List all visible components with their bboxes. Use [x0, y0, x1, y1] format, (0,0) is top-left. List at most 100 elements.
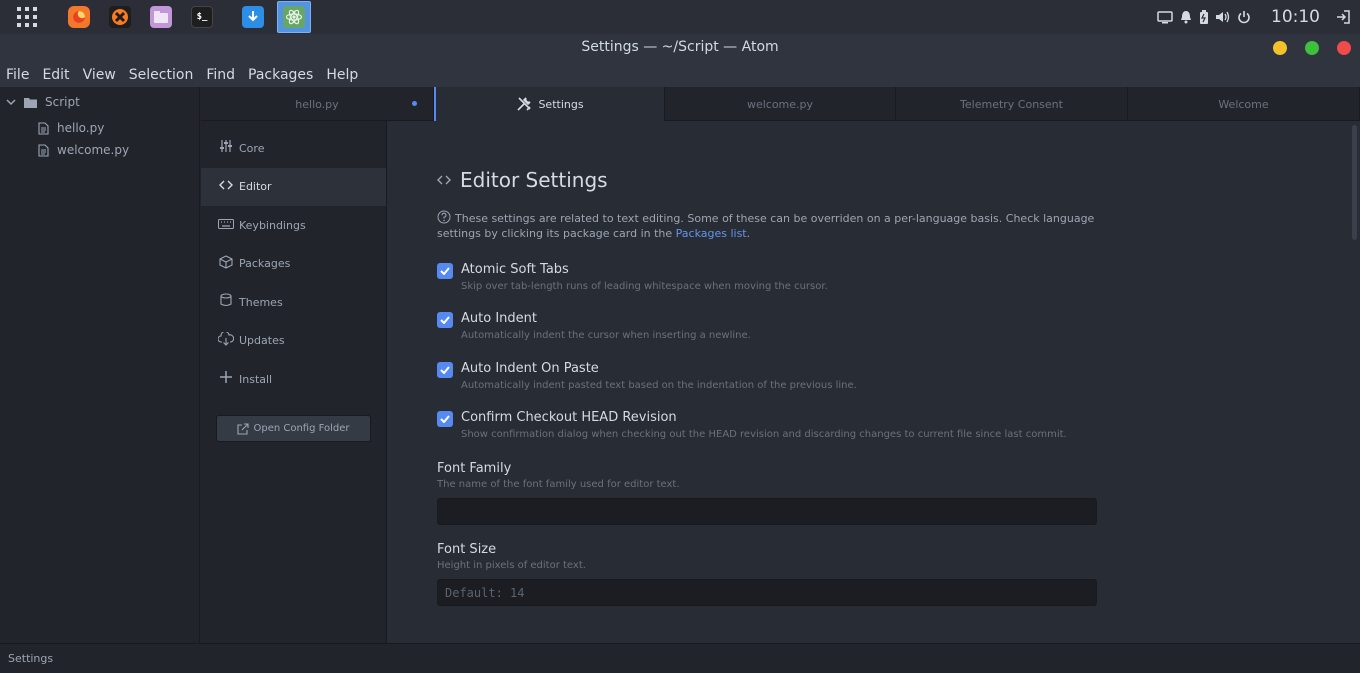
- check-icon: [440, 415, 450, 423]
- panel-item-core[interactable]: Core: [201, 129, 386, 168]
- tree-file-label: hello.py: [57, 121, 105, 135]
- tab-bar: hello.py Settings welcome.py Telemetry C…: [201, 87, 1360, 121]
- setting-description: Automatically indent the cursor when ins…: [461, 330, 751, 341]
- maximize-button[interactable]: [1305, 41, 1319, 55]
- check-icon: [440, 366, 450, 374]
- system-tray: 10:10: [1157, 0, 1350, 34]
- menu-edit[interactable]: Edit: [42, 67, 69, 83]
- settings-panel-menu: Core Editor Keybindings Packages Themes …: [201, 121, 387, 643]
- code-icon: [217, 179, 235, 194]
- folder-icon: [150, 6, 172, 28]
- panel-item-label: Editor: [239, 180, 272, 194]
- xampp-launcher[interactable]: [103, 1, 137, 33]
- open-config-folder-button[interactable]: Open Config Folder: [216, 415, 371, 442]
- section-title: Editor Settings: [460, 168, 608, 192]
- volume-icon[interactable]: [1215, 10, 1231, 24]
- panel-item-packages[interactable]: Packages: [201, 245, 386, 284]
- font-family-input[interactable]: [437, 498, 1097, 525]
- setting-title: Confirm Checkout HEAD Revision: [461, 410, 677, 425]
- status-bar: Settings: [0, 643, 1360, 673]
- tree-file-hello[interactable]: hello.py: [0, 117, 199, 139]
- code-icon: [437, 175, 451, 185]
- panel-item-themes[interactable]: Themes: [201, 283, 386, 322]
- font-family-title: Font Family: [437, 461, 512, 476]
- package-icon: [217, 255, 235, 273]
- setting-title: Auto Indent: [461, 311, 537, 326]
- font-size-description: Height in pixels of editor text.: [437, 560, 586, 571]
- tools-icon: [517, 97, 532, 111]
- open-config-label: Open Config Folder: [253, 423, 350, 434]
- panel-item-label: Install: [239, 372, 273, 386]
- notification-bell-icon[interactable]: [1179, 10, 1193, 24]
- tree-file-welcome[interactable]: welcome.py: [0, 139, 199, 161]
- tab-settings[interactable]: Settings: [434, 87, 665, 121]
- repo-folder-icon: [24, 97, 37, 108]
- top-panel: $_ 10:10: [0, 0, 1360, 34]
- chevron-down-icon[interactable]: [6, 97, 16, 107]
- font-family-description: The name of the font family used for edi…: [437, 479, 680, 490]
- scrollbar-thumb[interactable]: [1352, 125, 1357, 240]
- minimize-button[interactable]: [1273, 41, 1287, 55]
- file-text-icon: [38, 121, 49, 135]
- logout-icon[interactable]: [1336, 10, 1350, 24]
- menu-packages[interactable]: Packages: [248, 67, 313, 83]
- menu-view[interactable]: View: [83, 67, 116, 83]
- plus-icon: [217, 371, 235, 387]
- menu-bar: File Edit View Selection Find Packages H…: [0, 62, 1360, 87]
- panel-item-editor[interactable]: Editor: [201, 167, 386, 206]
- panel-item-updates[interactable]: Updates: [201, 322, 386, 361]
- auto-indent-on-paste-checkbox[interactable]: [437, 362, 453, 378]
- terminal-icon: $_: [191, 6, 213, 28]
- tree-root-folder[interactable]: Script: [0, 87, 199, 117]
- editor-settings-panel: Editor Settings These settings are relat…: [387, 121, 1349, 643]
- atomic-soft-tabs-checkbox[interactable]: [437, 263, 453, 279]
- panel-item-install[interactable]: Install: [201, 360, 386, 399]
- terminal-launcher[interactable]: $_: [185, 1, 219, 33]
- app-grid-icon: [17, 7, 37, 27]
- atom-launcher[interactable]: [277, 1, 311, 33]
- panel-item-keybindings[interactable]: Keybindings: [201, 206, 386, 245]
- packages-list-link[interactable]: Packages list: [676, 227, 747, 240]
- confirm-checkout-head-checkbox[interactable]: [437, 411, 453, 427]
- setting-description: Show confirmation dialog when checking o…: [461, 429, 1067, 440]
- description-end: .: [746, 227, 751, 240]
- status-text[interactable]: Settings: [8, 652, 53, 665]
- firefox-launcher[interactable]: [62, 1, 96, 33]
- files-launcher[interactable]: [144, 1, 178, 33]
- font-size-input[interactable]: [437, 579, 1097, 606]
- keyboard-icon: [217, 218, 235, 233]
- menu-find[interactable]: Find: [206, 67, 235, 83]
- firefox-icon: [68, 6, 90, 28]
- clock[interactable]: 10:10: [1271, 7, 1320, 27]
- panel-item-label: Themes: [239, 295, 283, 309]
- tab-label: welcome.py: [746, 97, 814, 111]
- tab-welcome-py[interactable]: welcome.py: [665, 87, 896, 121]
- setting-title: Atomic Soft Tabs: [461, 262, 569, 277]
- close-button[interactable]: [1337, 41, 1351, 55]
- window-title: Settings — ~/Script — Atom: [581, 39, 779, 55]
- section-heading: Editor Settings: [437, 168, 608, 192]
- auto-indent-checkbox[interactable]: [437, 312, 453, 328]
- modified-indicator: [412, 101, 417, 106]
- panel-item-label: Packages: [239, 257, 291, 271]
- menu-selection[interactable]: Selection: [129, 67, 194, 83]
- tab-welcome[interactable]: Welcome: [1128, 87, 1360, 121]
- setting-description: Automatically indent pasted text based o…: [461, 380, 857, 391]
- tab-telemetry-consent[interactable]: Telemetry Consent: [896, 87, 1128, 121]
- app-grid-button[interactable]: [10, 1, 44, 33]
- vertical-scrollbar[interactable]: [1349, 121, 1360, 643]
- tab-label: Welcome: [1218, 97, 1269, 111]
- link-external-icon: [237, 422, 250, 435]
- display-icon[interactable]: [1157, 10, 1173, 24]
- downloader-launcher[interactable]: [236, 1, 270, 33]
- window-titlebar[interactable]: Settings — ~/Script — Atom: [0, 34, 1360, 62]
- check-icon: [440, 267, 450, 275]
- description-text: These settings are related to text editi…: [437, 212, 1095, 240]
- battery-icon[interactable]: [1199, 9, 1209, 25]
- menu-help[interactable]: Help: [326, 67, 358, 83]
- tab-hello-py[interactable]: hello.py: [201, 87, 434, 121]
- tree-view: Script hello.py welcome.py: [0, 87, 200, 643]
- setting-title: Auto Indent On Paste: [461, 361, 599, 376]
- power-icon[interactable]: [1237, 10, 1251, 24]
- menu-file[interactable]: File: [6, 67, 29, 83]
